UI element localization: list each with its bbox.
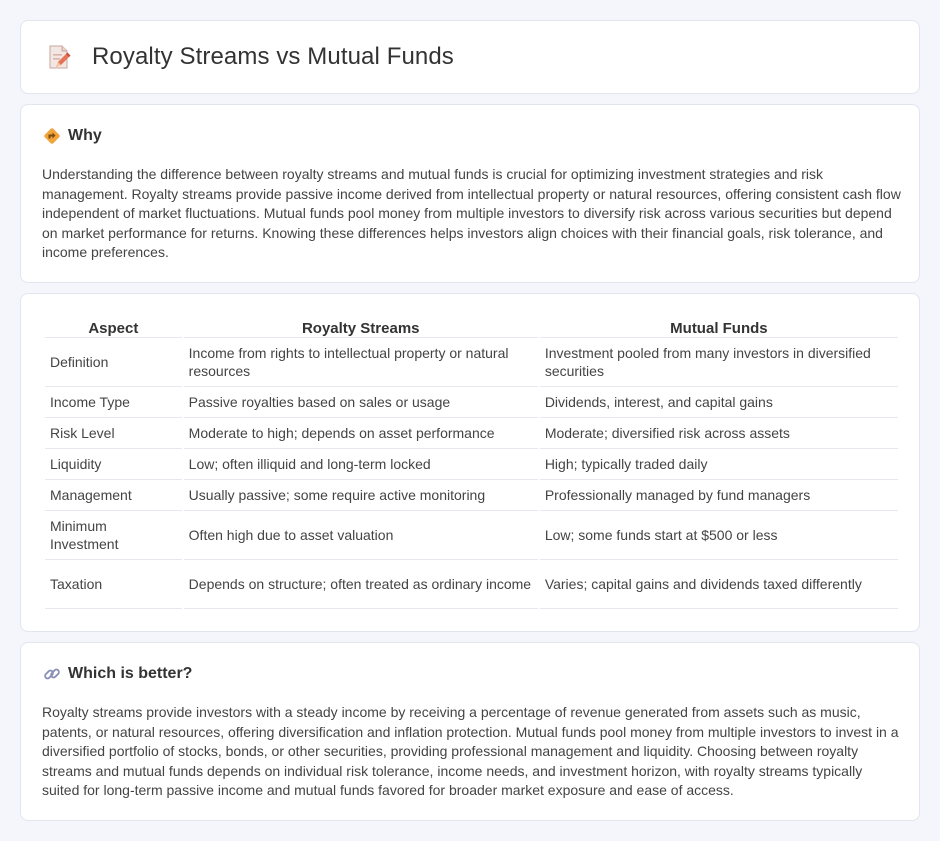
header-mutual-funds: Mutual Funds [539, 316, 898, 338]
royalty-cell: Moderate to high; depends on asset perfo… [183, 418, 538, 449]
royalty-cell: Usually passive; some require active mon… [183, 480, 538, 511]
royalty-cell: Income from rights to intellectual prope… [183, 338, 538, 387]
table-row: Minimum Investment Often high due to ass… [45, 511, 898, 560]
aspect-cell: Income Type [45, 387, 182, 418]
table-row: Management Usually passive; some require… [45, 480, 898, 511]
which-is-better-title: Which is better? [68, 665, 193, 682]
mutual-cell: Investment pooled from many investors in… [539, 338, 898, 387]
which-is-better-section: Which is better? Royalty streams provide… [20, 642, 920, 821]
why-text: Understanding the difference between roy… [42, 166, 901, 261]
why-section: Why Understanding the difference between… [20, 104, 920, 283]
table-row: Taxation Depends on structure; often tre… [45, 560, 898, 609]
link-icon [44, 668, 60, 680]
aspect-cell: Minimum Investment [45, 511, 182, 560]
royalty-cell: Often high due to asset valuation [183, 511, 538, 560]
table-header-row: Aspect Royalty Streams Mutual Funds [45, 316, 898, 338]
royalty-cell: Low; often illiquid and long-term locked [183, 449, 538, 480]
aspect-cell: Management [45, 480, 182, 511]
mutual-cell: Professionally managed by fund managers [539, 480, 898, 511]
comparison-table: Aspect Royalty Streams Mutual Funds Defi… [43, 316, 900, 609]
which-is-better-text: Royalty streams provide investors with a… [42, 704, 899, 799]
comparison-section: Aspect Royalty Streams Mutual Funds Defi… [20, 293, 920, 632]
document-edit-icon [49, 45, 71, 69]
royalty-cell: Depends on structure; often treated as o… [183, 560, 538, 609]
table-row: Liquidity Low; often illiquid and long-t… [45, 449, 898, 480]
mutual-cell: Moderate; diversified risk across assets [539, 418, 898, 449]
mutual-cell: Varies; capital gains and dividends taxe… [539, 560, 898, 609]
aspect-cell: Risk Level [45, 418, 182, 449]
aspect-cell: Liquidity [45, 449, 182, 480]
table-row: Definition Income from rights to intelle… [45, 338, 898, 387]
diamond-directions-icon [44, 128, 60, 144]
table-row: Income Type Passive royalties based on s… [45, 387, 898, 418]
table-row: Risk Level Moderate to high; depends on … [45, 418, 898, 449]
mutual-cell: Low; some funds start at $500 or less [539, 511, 898, 560]
aspect-cell: Taxation [45, 560, 182, 609]
royalty-cell: Passive royalties based on sales or usag… [183, 387, 538, 418]
header-aspect: Aspect [45, 316, 182, 338]
header-card: Royalty Streams vs Mutual Funds [20, 20, 920, 94]
aspect-cell: Definition [45, 338, 182, 387]
mutual-cell: High; typically traded daily [539, 449, 898, 480]
page-title: Royalty Streams vs Mutual Funds [92, 43, 454, 70]
header-royalty-streams: Royalty Streams [183, 316, 538, 338]
why-title: Why [68, 127, 102, 144]
mutual-cell: Dividends, interest, and capital gains [539, 387, 898, 418]
